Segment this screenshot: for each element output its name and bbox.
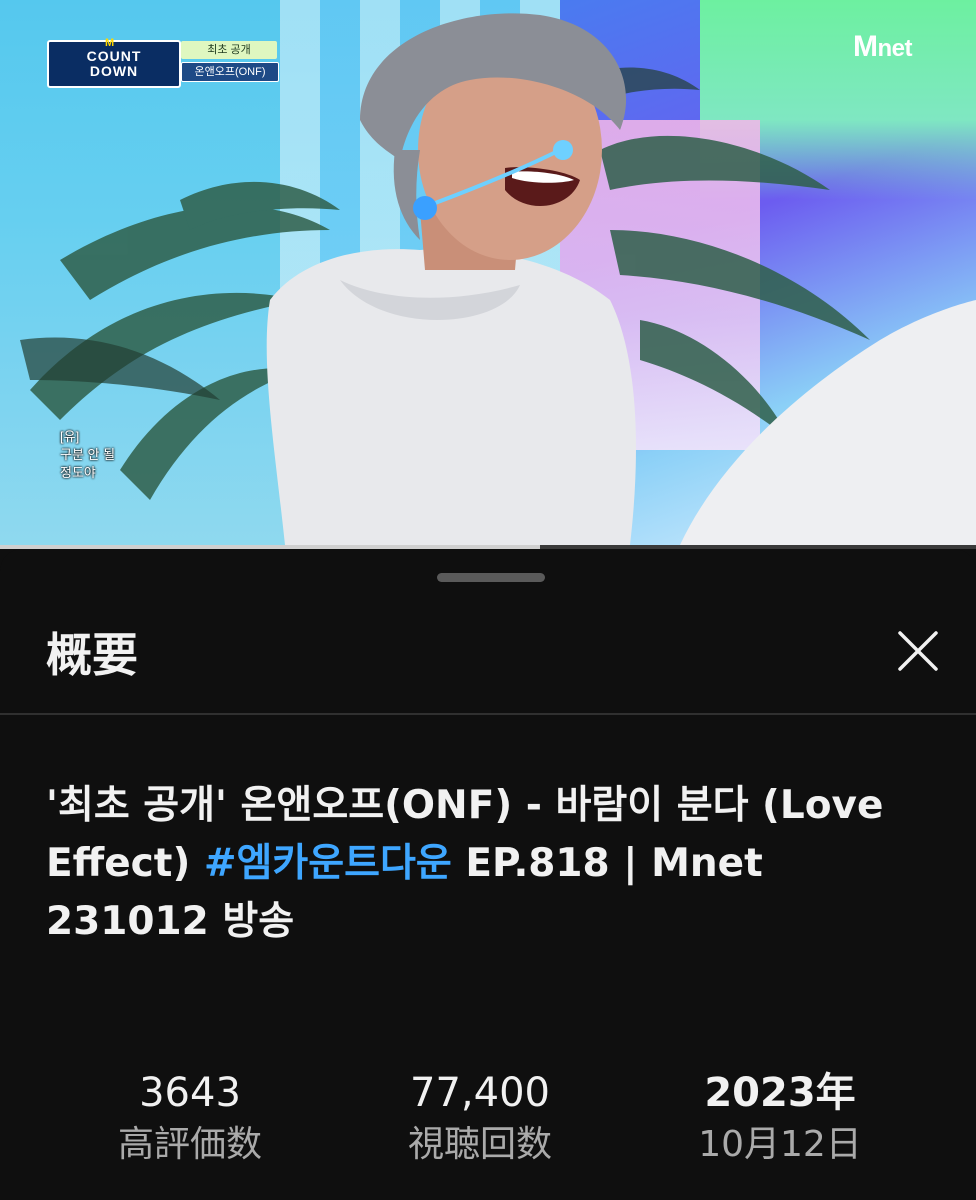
mnet-watermark-text: net — [877, 35, 913, 62]
upload-month-day: 10月12日 — [698, 1124, 862, 1165]
views-label: 視聴回数 — [407, 1124, 552, 1165]
sheet-title: 概要 — [46, 628, 138, 682]
close-button[interactable] — [892, 625, 944, 677]
subtitle-line-2: 구분 안 될 — [60, 447, 116, 462]
mcountdown-logo: M COUNT DOWN — [47, 37, 181, 88]
caption-tag-artist: 온앤오프(ONF) — [181, 62, 279, 82]
logo-line-1: COUNT — [86, 48, 142, 64]
video-stats: 3643 高評価数 77,400 視聴回数 2023年 10月12日 — [0, 1067, 976, 1197]
stat-likes: 3643 高評価数 — [95, 1067, 285, 1169]
video-title-hashtag-link[interactable]: #엠카운트다운 — [204, 841, 452, 886]
description-sheet: 概要 '최초 공개' 온앤오프(ONF) - 바람이 분다 (Love Effe… — [0, 549, 976, 1200]
stat-upload-date: 2023年 10月12日 — [675, 1067, 885, 1169]
drag-handle[interactable] — [437, 573, 545, 582]
mnet-watermark-m: M — [853, 30, 878, 63]
close-icon — [898, 631, 938, 671]
video-subtitle: [유] 구분 안 될 정도야 — [60, 428, 115, 482]
likes-label: 高評価数 — [117, 1124, 262, 1165]
subtitle-line-3: 정도야 — [60, 465, 96, 480]
views-count: 77,400 — [410, 1070, 550, 1116]
video-player[interactable]: M COUNT DOWN 최초 공개 온앤오프(ONF) Mnet [유] 구분… — [0, 0, 976, 545]
stat-views: 77,400 視聴回数 — [385, 1067, 575, 1169]
mnet-watermark: Mnet — [853, 30, 912, 64]
mcountdown-logo-m: M — [105, 37, 116, 49]
logo-line-2: DOWN — [89, 63, 139, 79]
upload-year: 2023年 — [704, 1070, 856, 1116]
subtitle-line-1: [유] — [60, 429, 80, 444]
likes-count: 3643 — [139, 1070, 241, 1116]
caption-tag-first-reveal: 최초 공개 — [181, 41, 277, 59]
video-title: '최초 공개' 온앤오프(ONF) - 바람이 분다 (Love Effect)… — [46, 777, 926, 951]
sheet-divider — [0, 713, 976, 715]
